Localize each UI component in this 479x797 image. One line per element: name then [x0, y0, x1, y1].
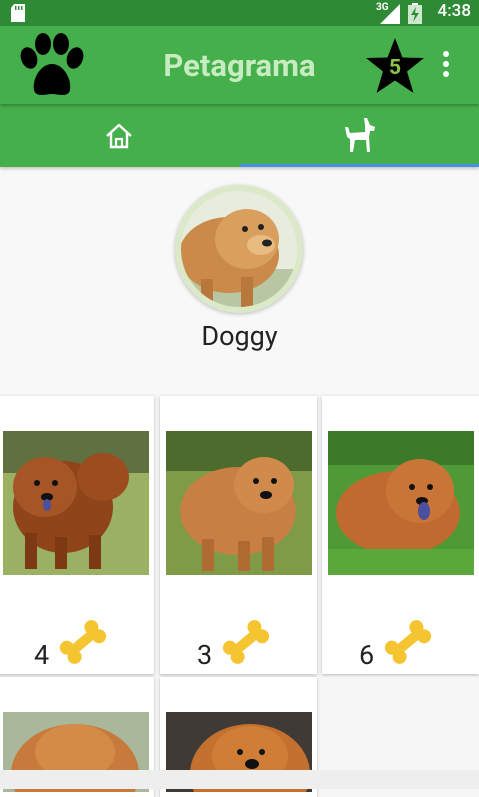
home-icon	[106, 123, 132, 149]
more-vert-icon[interactable]	[442, 50, 450, 78]
avatar-frame	[175, 185, 303, 313]
dog-icon	[345, 118, 375, 152]
profile-name: Doggy	[201, 320, 278, 352]
app-bar: Petagrama 5	[0, 26, 479, 104]
favorites-button[interactable]: 5	[363, 36, 427, 96]
tab-bar	[0, 104, 479, 167]
battery-icon	[408, 3, 422, 24]
bone-icon[interactable]	[56, 615, 110, 669]
profile-header: Doggy	[0, 167, 479, 393]
bottom-edge	[0, 770, 479, 789]
dog-photo	[328, 431, 474, 575]
photo-card[interactable]: 6	[322, 396, 479, 674]
bone-icon[interactable]	[381, 615, 435, 669]
like-count: 6	[359, 639, 375, 671]
signal-icon	[380, 4, 400, 24]
photo-card[interactable]: 4	[0, 396, 154, 674]
tab-indicator	[240, 164, 479, 167]
like-count: 3	[197, 639, 213, 671]
bone-icon[interactable]	[219, 615, 273, 669]
sd-card-icon	[11, 4, 25, 22]
tab-dog-profile[interactable]	[240, 104, 479, 167]
tab-home[interactable]	[0, 104, 239, 167]
status-bar: 3G 4:38	[0, 0, 479, 26]
avatar[interactable]	[181, 191, 297, 307]
photo-card[interactable]: 3	[160, 396, 317, 674]
favorites-count: 5	[388, 56, 402, 80]
dog-photo	[3, 431, 149, 575]
clock: 4:38	[437, 1, 471, 21]
like-count: 4	[34, 639, 50, 671]
dog-photo	[166, 431, 312, 575]
